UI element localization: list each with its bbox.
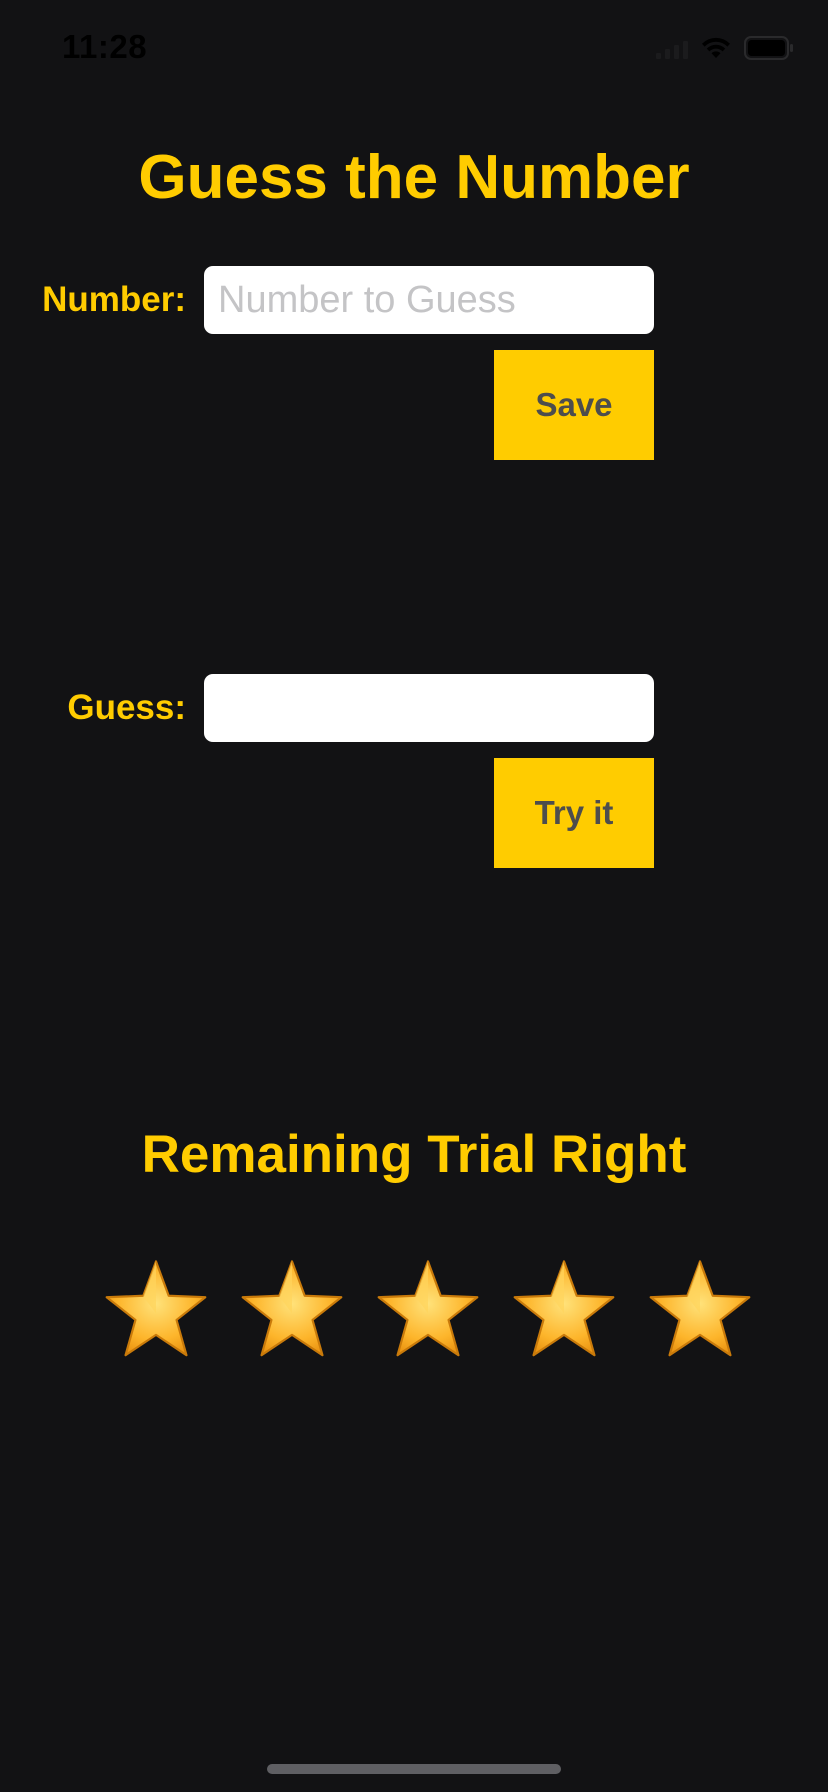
save-button[interactable]: Save	[494, 350, 654, 460]
number-input[interactable]	[204, 266, 654, 334]
wifi-icon	[700, 36, 732, 60]
guess-input[interactable]	[204, 674, 654, 742]
status-indicators	[656, 36, 794, 60]
cellular-signal-icon	[656, 37, 688, 59]
star-icon	[377, 1260, 479, 1357]
status-bar: 11:28	[0, 0, 828, 100]
remaining-trials-stars	[0, 1256, 828, 1366]
try-it-button[interactable]: Try it	[494, 758, 654, 868]
star-icon	[241, 1260, 343, 1357]
guess-label: Guess:	[67, 688, 186, 727]
number-label: Number:	[42, 280, 186, 319]
remaining-trials-title: Remaining Trial Right	[141, 1125, 687, 1184]
star-icon	[105, 1260, 207, 1357]
page-title: Guess the Number	[138, 143, 690, 212]
star-icon	[649, 1260, 751, 1357]
home-indicator[interactable]	[267, 1764, 561, 1774]
status-time: 11:28	[62, 28, 148, 65]
star-icon	[513, 1260, 615, 1357]
battery-icon	[744, 36, 794, 60]
